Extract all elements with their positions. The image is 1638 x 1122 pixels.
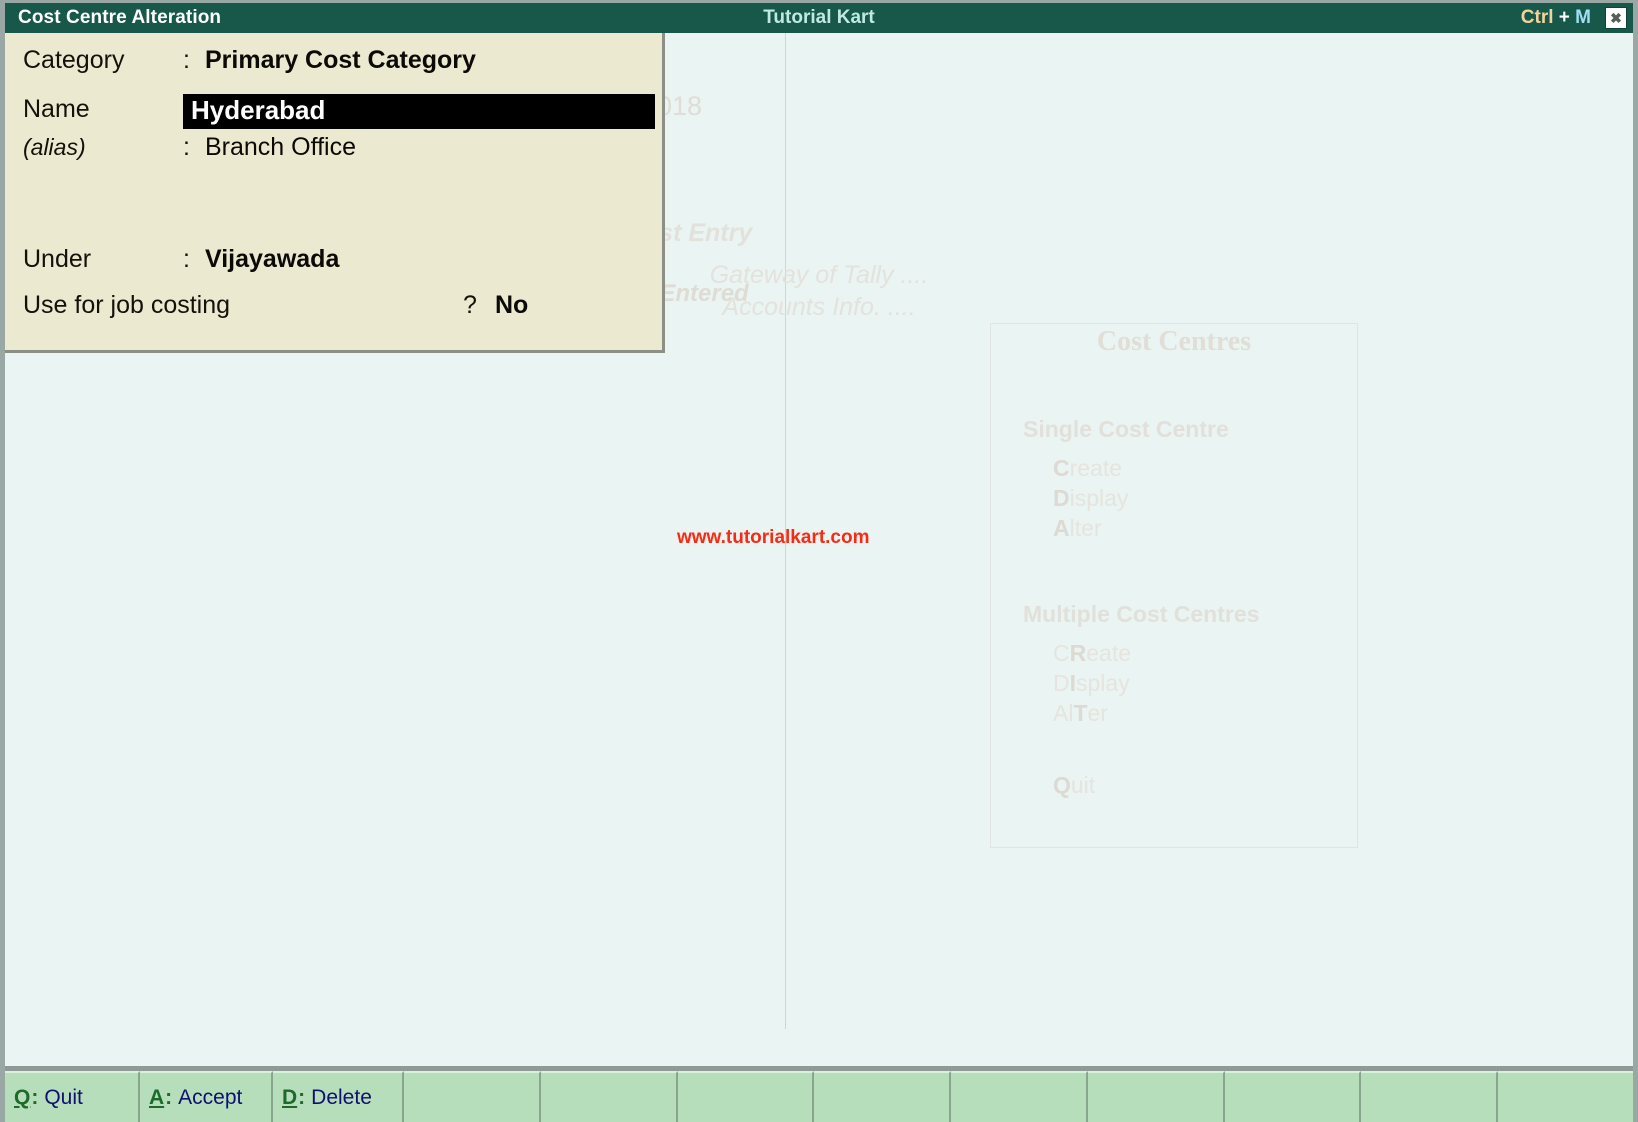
bottom-bar-empty-cell[interactable]	[1498, 1071, 1633, 1122]
bottom-bar-empty-cell[interactable]	[1225, 1071, 1362, 1122]
accept-sep: :	[165, 1086, 172, 1110]
alias-colon: :	[183, 133, 205, 162]
hotkey-q: Q	[1053, 772, 1071, 798]
ctrl-label: Ctrl	[1521, 7, 1554, 28]
job-costing-label: Use for job costing	[23, 291, 230, 320]
accept-hotkey: A	[149, 1086, 164, 1110]
menu-group-multiple-cost-centres: Multiple Cost Centres	[1023, 601, 1357, 628]
field-row-job-costing: Use for job costing	[23, 291, 230, 320]
window-title-left: Cost Centre Alteration	[5, 7, 221, 29]
hotkey-r: R	[1070, 640, 1087, 666]
field-row-under: Under : Vijayawada	[23, 245, 339, 274]
hotkey-t: T	[1073, 700, 1087, 726]
under-label: Under	[23, 245, 183, 274]
menu-items-single: Create Display Alter	[1053, 453, 1357, 543]
cost-centre-alteration-form: Category : Primary Cost Category Name : …	[5, 33, 665, 353]
job-costing-value[interactable]: No	[495, 291, 528, 320]
hotkey-c: C	[1053, 455, 1070, 481]
menu-item-quit[interactable]: Quit	[1053, 772, 1357, 799]
menu-box-title: Cost Centres	[991, 326, 1357, 358]
quit-label: Quit	[44, 1086, 83, 1110]
bottom-bar-empty-cell[interactable]	[404, 1071, 541, 1122]
field-row-category: Category : Primary Cost Category	[23, 46, 476, 75]
field-row-name: Name :	[23, 95, 205, 124]
menu-item-display[interactable]: Display	[1053, 483, 1357, 513]
delete-hotkey: D	[282, 1086, 297, 1110]
bottom-bar-empty-cell[interactable]	[1361, 1071, 1498, 1122]
window-title-center: Tutorial Kart	[5, 7, 1633, 29]
menu-item-multi-alter-rest: er	[1088, 700, 1108, 726]
under-colon: :	[183, 245, 205, 274]
watermark: www.tutorialkart.com	[677, 527, 870, 549]
bottom-bar-empty-cell[interactable]	[1088, 1071, 1225, 1122]
delete-sep: :	[298, 1086, 305, 1110]
accept-button[interactable]: A:Accept	[140, 1071, 273, 1122]
delete-button[interactable]: D:Delete	[273, 1071, 404, 1122]
menu-item-multi-alter-pre: Al	[1053, 700, 1073, 726]
cost-centres-menu-box: Cost Centres Single Cost Centre Create D…	[990, 323, 1358, 848]
accept-label: Accept	[178, 1086, 242, 1110]
category-value[interactable]: Primary Cost Category	[205, 46, 476, 75]
menu-item-multi-create-pre: C	[1053, 640, 1070, 666]
menu-item-display-rest: isplay	[1070, 485, 1129, 511]
title-bar-right: Ctrl + M ✖	[1521, 7, 1633, 29]
quit-button[interactable]: Q:Quit	[5, 1071, 140, 1122]
category-label: Category	[23, 46, 183, 75]
delete-label: Delete	[311, 1086, 372, 1110]
bottom-bar-empty-cell[interactable]	[541, 1071, 678, 1122]
menu-item-multi-create-rest: eate	[1086, 640, 1131, 666]
quit-hotkey: Q	[14, 1086, 30, 1110]
menu-item-multi-create[interactable]: CReate	[1053, 638, 1357, 668]
ctrl-m-shortcut: Ctrl + M	[1521, 7, 1591, 29]
alias-label: (alias)	[23, 134, 183, 161]
quit-sep: :	[31, 1086, 38, 1110]
tally-application-window: Cost Centre Alteration Tutorial Kart Ctr…	[0, 0, 1638, 1122]
job-costing-colon: ?	[463, 291, 477, 320]
menu-item-alter[interactable]: Alter	[1053, 513, 1357, 543]
bottom-bar-empty-cell[interactable]	[678, 1071, 815, 1122]
alias-value[interactable]: Branch Office	[205, 133, 356, 162]
hotkey-d: D	[1053, 485, 1070, 511]
hotkey-a: A	[1053, 515, 1070, 541]
m-key-label: M	[1575, 7, 1591, 28]
bottom-bar-empty-cell[interactable]	[951, 1071, 1088, 1122]
under-value[interactable]: Vijayawada	[205, 245, 339, 274]
menu-item-multi-display-pre: D	[1053, 670, 1070, 696]
field-row-alias: (alias) : Branch Office	[23, 133, 356, 162]
menu-item-create[interactable]: Create	[1053, 453, 1357, 483]
name-input[interactable]: Hyderabad	[191, 95, 325, 126]
menu-item-multi-display[interactable]: DIsplay	[1053, 668, 1357, 698]
menu-item-alter-rest: lter	[1070, 515, 1102, 541]
menu-group-single-cost-centre: Single Cost Centre	[1023, 416, 1357, 443]
menu-item-create-rest: reate	[1070, 455, 1122, 481]
close-icon[interactable]: ✖	[1605, 7, 1627, 29]
menu-item-quit-rest: uit	[1071, 772, 1095, 798]
category-colon: :	[183, 46, 205, 75]
plus-label: +	[1554, 7, 1576, 28]
menu-items-multiple: CReate DIsplay AlTer	[1053, 638, 1357, 728]
menu-item-multi-display-rest: splay	[1076, 670, 1130, 696]
menu-item-multi-alter[interactable]: AlTer	[1053, 698, 1357, 728]
bottom-bar-empty-cell[interactable]	[814, 1071, 951, 1122]
bottom-button-bar: Q:Quit A:Accept D:Delete	[5, 1066, 1633, 1122]
title-bar: Cost Centre Alteration Tutorial Kart Ctr…	[5, 3, 1633, 33]
name-label: Name	[23, 95, 183, 124]
